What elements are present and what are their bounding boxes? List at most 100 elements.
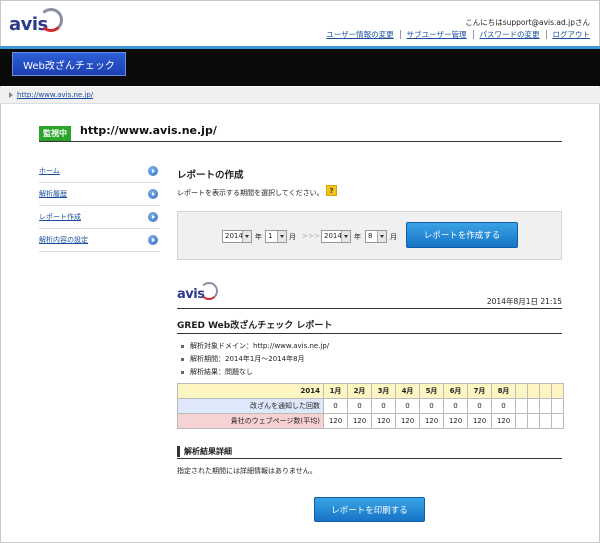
table-cell: 120 [347, 413, 372, 429]
sidebar-item-report[interactable]: レポート作成 [39, 206, 160, 229]
table-cell: 120 [443, 413, 468, 429]
logo-swoosh-icon [200, 282, 218, 300]
empty-cell [527, 383, 540, 399]
empty-cell [539, 398, 552, 414]
table-header-row: 2014 1月 2月 3月 4月 5月 6月 7月 8月 [177, 383, 564, 399]
avis-logo[interactable]: avis [9, 8, 63, 38]
empty-cell [515, 398, 528, 414]
empty-cell [551, 413, 564, 429]
divider [177, 308, 562, 309]
create-report-button[interactable]: レポートを作成する [406, 222, 518, 248]
empty-cell [539, 383, 552, 399]
sidebar-item-history[interactable]: 解析履歴 [39, 183, 160, 206]
month-unit-label: 月 [289, 233, 296, 241]
section-title: レポートの作成 [177, 170, 244, 181]
arrow-right-icon [148, 235, 158, 245]
table-cell: 0 [323, 398, 348, 414]
account-links: ユーザー情報の変更 サブユーザー管理 パスワードの変更 ログアウト [320, 30, 590, 39]
row-label: 貴社のウェブページ数(平均) [177, 413, 324, 429]
table-cell: 120 [491, 413, 516, 429]
table-cell: 0 [443, 398, 468, 414]
chevron-down-icon [341, 231, 350, 242]
logo-swoosh-icon [39, 8, 63, 32]
year-unit-label: 年 [354, 233, 361, 241]
nav-bar: Web改ざんチェック [0, 46, 600, 86]
report-table: 2014 1月 2月 3月 4月 5月 6月 7月 8月 改ざんを通知した回数 … [177, 383, 564, 429]
report-title: GRED Web改ざんチェック レポート [177, 321, 333, 331]
header: avis こんにちはsupport@avis.ad.jpさん ユーザー情報の変更… [0, 0, 600, 45]
month-header: 4月 [395, 383, 420, 399]
logout-link[interactable]: ログアウト [545, 30, 590, 39]
sidebar: ホーム 解析履歴 レポート作成 解析内容の設定 [39, 160, 160, 252]
sidebar-item-label: 解析履歴 [39, 190, 67, 198]
sidebar-item-label: ホーム [39, 167, 60, 175]
from-year-select[interactable]: 2014 [222, 230, 252, 243]
sidebar-item-settings[interactable]: 解析内容の設定 [39, 229, 160, 252]
sidebar-item-label: 解析内容の設定 [39, 236, 88, 244]
list-item: 解析対象ドメイン：http://www.avis.ne.jp/ [180, 340, 329, 353]
month-unit-label: 月 [390, 233, 397, 241]
empty-cell [539, 413, 552, 429]
from-month-select[interactable]: 1 [265, 230, 287, 243]
empty-cell [551, 383, 564, 399]
change-password-link[interactable]: パスワードの変更 [472, 30, 546, 39]
table-cell: 0 [419, 398, 444, 414]
instruction-text: レポートを表示する期間を選択してください。 [177, 189, 324, 197]
empty-cell [527, 398, 540, 414]
row-label: 改ざんを通知した回数 [177, 398, 324, 414]
detail-text: 指定された期間には詳細情報はありません。 [177, 467, 317, 475]
tab-web-tamper-check[interactable]: Web改ざんチェック [12, 52, 126, 76]
divider [39, 141, 562, 142]
report-logo: avis [177, 282, 218, 304]
month-header: 1月 [323, 383, 348, 399]
table-cell: 120 [395, 413, 420, 429]
from-year-value: 2014 [225, 232, 243, 240]
month-header: 5月 [419, 383, 444, 399]
from-month-value: 1 [268, 232, 273, 240]
help-icon[interactable]: ? [326, 185, 337, 196]
edit-user-info-link[interactable]: ユーザー情報の変更 [320, 30, 399, 39]
chevron-down-icon [242, 231, 251, 242]
table-cell: 0 [371, 398, 396, 414]
greeting-text: こんにちはsupport@avis.ad.jpさん [465, 18, 590, 27]
empty-cell [551, 398, 564, 414]
table-cell: 120 [371, 413, 396, 429]
list-item: 解析結果：問題なし [180, 366, 329, 379]
divider [177, 333, 562, 334]
month-header: 8月 [491, 383, 516, 399]
to-year-select[interactable]: 2014 [321, 230, 351, 243]
month-header: 7月 [467, 383, 492, 399]
table-row: 貴社のウェブページ数(平均) 120 120 120 120 120 120 1… [177, 413, 564, 429]
breadcrumb-link[interactable]: http://www.avis.ne.jp/ [17, 91, 93, 99]
chevron-down-icon [277, 231, 286, 242]
status-badge: 監視中 [39, 126, 71, 141]
to-month-value: 8 [368, 232, 373, 240]
sidebar-item-home[interactable]: ホーム [39, 160, 160, 183]
report-date: 2014年8月1日 21:15 [486, 297, 562, 306]
year-unit-label: 年 [255, 233, 262, 241]
breadcrumb: http://www.avis.ne.jp/ [0, 87, 600, 104]
arrow-right-icon [148, 212, 158, 222]
detail-heading: 解析結果詳細 [177, 446, 232, 457]
table-cell: 120 [323, 413, 348, 429]
print-report-button[interactable]: レポートを印刷する [314, 497, 425, 522]
list-item: 解析期間：2014年1月～2014年8月 [180, 353, 329, 366]
arrow-right-icon [148, 166, 158, 176]
table-cell: 120 [419, 413, 444, 429]
month-header: 6月 [443, 383, 468, 399]
arrow-right-icon [148, 189, 158, 199]
table-row: 改ざんを通知した回数 0 0 0 0 0 0 0 0 [177, 398, 564, 414]
range-arrows: > > > [302, 232, 320, 240]
empty-cell [515, 383, 528, 399]
report-summary: 解析対象ドメイン：http://www.avis.ne.jp/ 解析期間：201… [180, 340, 329, 379]
table-cell: 0 [491, 398, 516, 414]
sidebar-item-label: レポート作成 [39, 213, 81, 221]
to-month-select[interactable]: 8 [365, 230, 387, 243]
table-cell: 120 [467, 413, 492, 429]
empty-cell [515, 413, 528, 429]
table-cell: 0 [395, 398, 420, 414]
page-title: http://www.avis.ne.jp/ [80, 124, 217, 137]
sub-user-management-link[interactable]: サブユーザー管理 [399, 30, 473, 39]
year-header: 2014 [177, 383, 324, 399]
breadcrumb-arrow-icon [9, 92, 13, 98]
